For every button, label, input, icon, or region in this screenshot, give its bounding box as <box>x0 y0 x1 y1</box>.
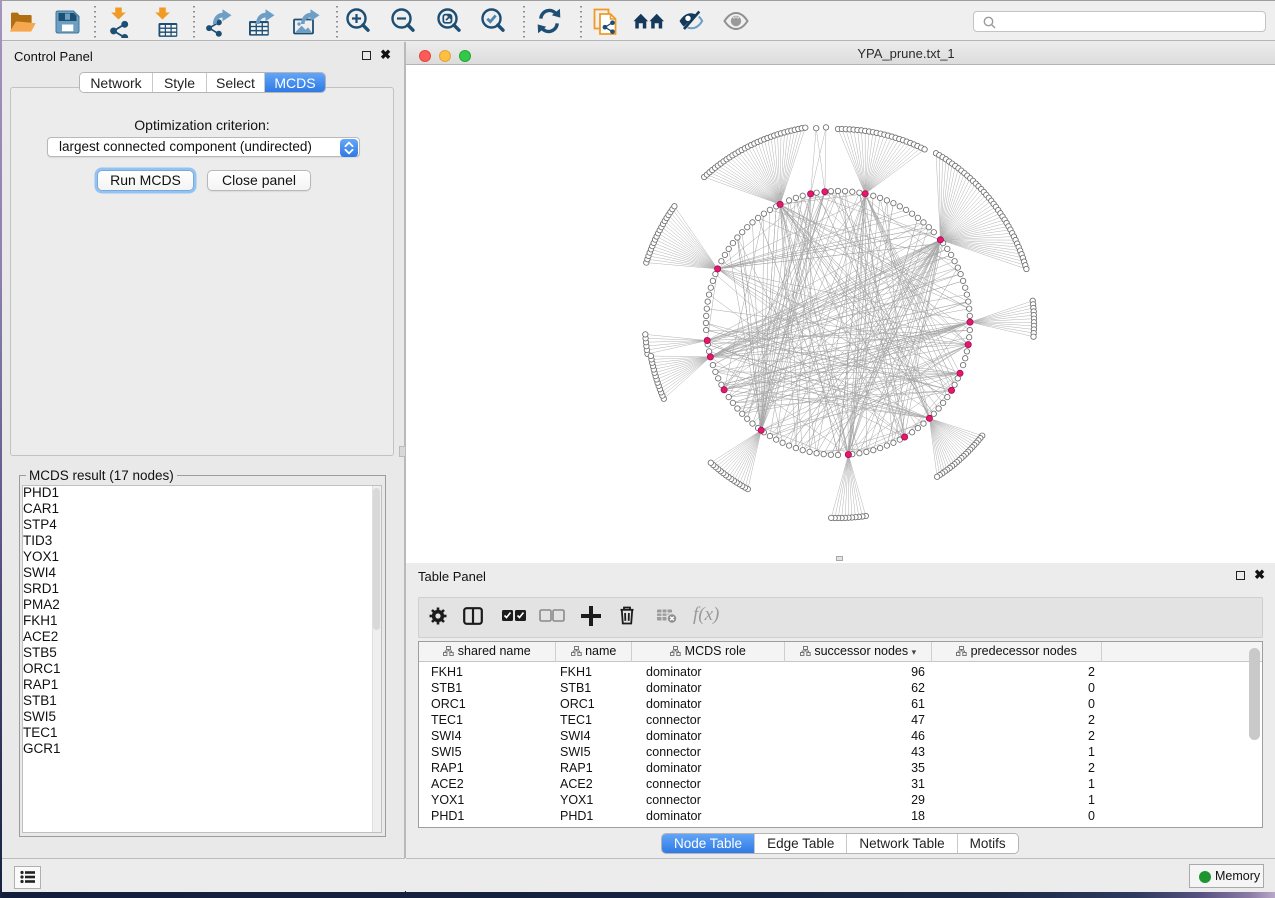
svg-text:f(x): f(x) <box>693 604 719 625</box>
